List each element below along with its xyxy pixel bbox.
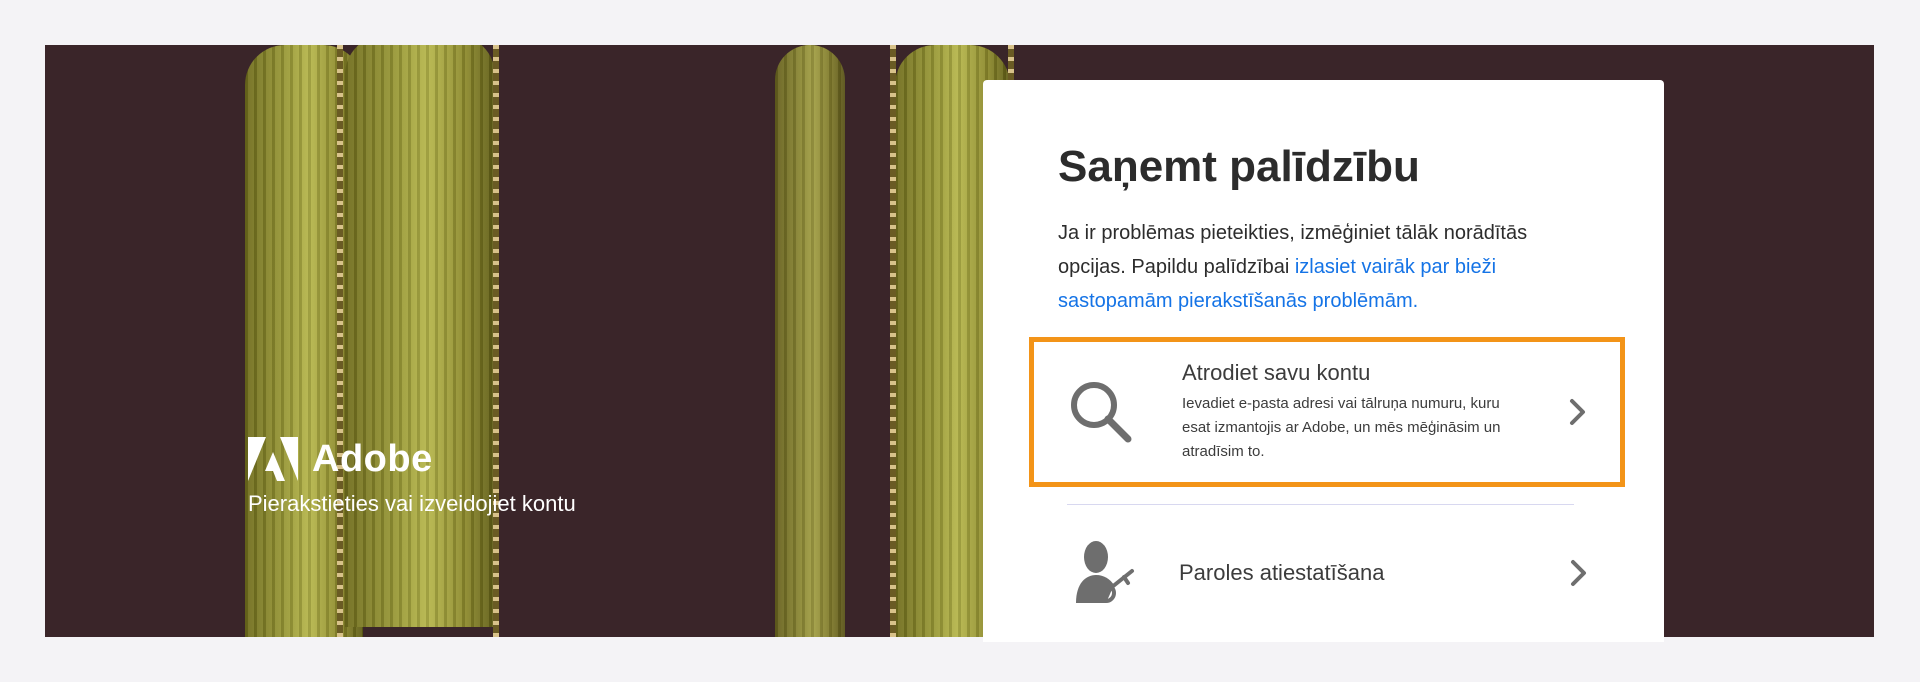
user-key-icon (1057, 528, 1147, 618)
brand-name: Adobe (312, 437, 433, 480)
search-icon (1056, 367, 1146, 457)
find-account-title: Atrodiet savu kontu (1182, 360, 1371, 385)
chevron-right-icon (1559, 558, 1599, 588)
find-account-option[interactable]: Atrodiet savu kontu Ievadiet e-pasta adr… (1029, 337, 1625, 487)
cactus-stem-decoration (775, 45, 845, 637)
brand-subtitle: Pierakstieties vai izveidojiet kontu (248, 491, 576, 516)
chevron-right-icon (1558, 397, 1598, 427)
cactus-spine-decoration (493, 45, 499, 637)
password-reset-option[interactable]: Paroles atiestatīšana (1031, 513, 1621, 633)
option-divider (1067, 504, 1574, 505)
find-account-description: Ievadiet e-pasta adresi vai tālruņa numu… (1182, 395, 1501, 460)
help-description: Ja ir problēmas pieteikties, izmēģiniet … (1058, 216, 1598, 318)
cactus-spine-decoration (337, 45, 343, 637)
cactus-spine-decoration (890, 45, 896, 637)
cactus-stem-decoration (345, 45, 495, 627)
help-card: Saņemt palīdzību Ja ir problēmas pieteik… (983, 80, 1664, 642)
page-title: Saņemt palīdzību (1058, 142, 1420, 191)
password-reset-title: Paroles atiestatīšana (1179, 560, 1385, 585)
brand: Adobe (248, 437, 433, 481)
adobe-logo-icon (248, 437, 298, 481)
